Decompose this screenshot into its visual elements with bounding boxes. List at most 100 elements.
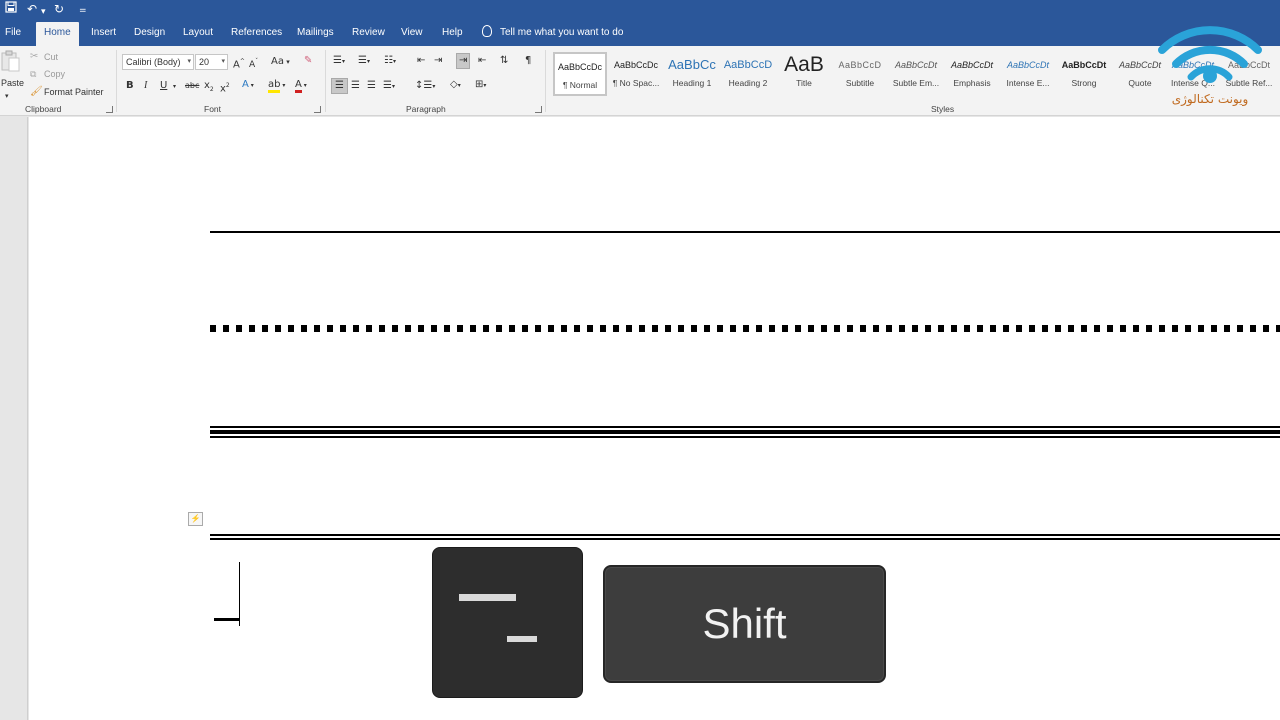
- font-group-label: Font: [204, 104, 222, 114]
- style-emphasis[interactable]: AaBbCcDt Emphasis: [945, 52, 999, 96]
- style-subtle-emphasis[interactable]: AaBbCcDt Subtle Em...: [889, 52, 943, 96]
- minus-glyph: [507, 636, 537, 642]
- style-normal[interactable]: AaBbCcDc ¶ Normal: [553, 52, 607, 96]
- copy-icon: ⧉: [30, 70, 37, 80]
- word-window: ↶ ▾ ↻ = File Home Insert Design Layout R…: [0, 0, 1280, 720]
- style-subtitle[interactable]: AaBbCcD Subtitle: [833, 52, 887, 96]
- decrease-indent-icon[interactable]: ⇤: [417, 55, 425, 67]
- style-name: Heading 2: [728, 78, 768, 88]
- logo-text: ویونت تکنالوژی: [1171, 92, 1249, 106]
- tab-insert[interactable]: Insert: [89, 22, 118, 46]
- paste-icon[interactable]: [0, 50, 20, 76]
- justify-icon[interactable]: ☰▾: [383, 80, 395, 93]
- paste-dropdown-icon[interactable]: ▾: [5, 90, 9, 102]
- double-border-line-top: [210, 534, 1280, 536]
- style-name: Title: [796, 78, 812, 88]
- increase-indent-icon[interactable]: ⇥: [434, 55, 442, 67]
- line-spacing-icon[interactable]: ↕☰▾: [415, 80, 435, 93]
- group-divider: [116, 50, 117, 112]
- bold-button[interactable]: B: [126, 80, 134, 92]
- style-name: Intense E...: [1006, 78, 1050, 88]
- font-size-combo[interactable]: 20 ▾: [195, 54, 228, 70]
- underline-dropdown-icon[interactable]: ▾: [173, 81, 176, 93]
- customize-qat-icon[interactable]: =: [79, 3, 87, 19]
- style-name: ¶ Normal: [562, 80, 598, 90]
- strikethrough-button[interactable]: abc: [185, 80, 199, 92]
- format-painter-button[interactable]: Format Painter: [44, 87, 104, 97]
- triple-border-line-top: [210, 426, 1280, 428]
- italic-button[interactable]: I: [144, 80, 147, 92]
- style-preview: AaBbCcDt: [1061, 60, 1107, 70]
- align-right-icon[interactable]: ☰: [367, 80, 376, 92]
- paragraph-launcher-icon[interactable]: [535, 106, 542, 113]
- highlight-icon[interactable]: ab ▾: [268, 79, 285, 93]
- triple-border-line-bottom: [210, 436, 1280, 438]
- shift-key: Shift: [603, 565, 886, 683]
- tab-file[interactable]: File: [3, 22, 23, 46]
- style-preview: AaBbCcDt: [894, 60, 938, 70]
- scissors-icon: ✂: [30, 51, 39, 62]
- style-strong[interactable]: AaBbCcDt Strong: [1057, 52, 1111, 96]
- shrink-font-button[interactable]: Aˇ: [249, 56, 258, 71]
- save-icon[interactable]: [5, 1, 17, 17]
- tab-references[interactable]: References: [229, 22, 284, 46]
- clear-formatting-icon[interactable]: ✎: [304, 55, 312, 67]
- align-left-icon[interactable]: ☰: [331, 78, 348, 94]
- underscore-glyph: [459, 594, 516, 601]
- paste-button[interactable]: Paste: [1, 78, 24, 88]
- font-color-icon[interactable]: A ▾: [295, 79, 307, 93]
- font-family-combo[interactable]: Calibri (Body) ▾: [122, 54, 194, 70]
- style-heading-2[interactable]: AaBbCcD Heading 2: [721, 52, 775, 96]
- copy-button[interactable]: Copy: [44, 69, 65, 79]
- grow-font-button[interactable]: A^: [233, 56, 245, 71]
- underline-button[interactable]: U: [160, 80, 167, 92]
- shading-icon[interactable]: ◇▾: [450, 79, 461, 92]
- multilevel-list-icon[interactable]: ☷▾: [384, 55, 396, 68]
- triple-border-line-middle: [210, 430, 1280, 434]
- style-preview: AaB: [784, 53, 824, 76]
- sort-icon[interactable]: ⇅: [500, 55, 508, 67]
- tab-layout[interactable]: Layout: [181, 22, 215, 46]
- text-effects-icon[interactable]: A ▾: [242, 79, 254, 92]
- left-margin-bar: [0, 117, 28, 720]
- tab-home[interactable]: Home: [36, 22, 79, 46]
- rtl-direction-icon[interactable]: ⇤: [478, 55, 486, 67]
- tab-help[interactable]: Help: [440, 22, 465, 46]
- style-name: Emphasis: [953, 78, 991, 88]
- clipboard-launcher-icon[interactable]: [106, 106, 113, 113]
- tab-mailings[interactable]: Mailings: [295, 22, 336, 46]
- style-preview: AaBbCcDt: [1006, 60, 1050, 70]
- text-cursor: [239, 562, 240, 626]
- minus-underscore-key: [432, 547, 583, 698]
- double-border-line-bottom: [210, 538, 1280, 540]
- styles-group-label: Styles: [931, 104, 955, 114]
- numbering-icon[interactable]: ☰▾: [358, 55, 370, 68]
- bullets-icon[interactable]: ☰▾: [333, 55, 345, 68]
- undo-icon[interactable]: ↶: [27, 1, 37, 17]
- redo-icon[interactable]: ↻: [54, 1, 64, 17]
- subscript-button[interactable]: x2: [204, 80, 214, 96]
- style-intense-emphasis[interactable]: AaBbCcDt Intense E...: [1001, 52, 1055, 96]
- shift-key-label: Shift: [702, 600, 787, 647]
- single-border-line: [210, 231, 1280, 233]
- borders-icon[interactable]: ⊞▾: [475, 79, 486, 92]
- style-no-spacing[interactable]: AaBbCcDc ¶ No Spac...: [609, 52, 663, 96]
- tab-design[interactable]: Design: [132, 22, 167, 46]
- tell-me-label: Tell me what you want to do: [500, 27, 624, 38]
- change-case-button[interactable]: Aa ▾: [271, 56, 290, 68]
- tab-review[interactable]: Review: [350, 22, 387, 46]
- align-center-icon[interactable]: ☰: [351, 80, 360, 92]
- tab-view[interactable]: View: [399, 22, 425, 46]
- group-divider: [545, 50, 546, 112]
- style-heading-1[interactable]: AaBbCc Heading 1: [665, 52, 719, 96]
- show-hide-button[interactable]: ¶: [525, 55, 531, 67]
- style-preview: AaBbCc: [668, 57, 716, 72]
- style-title[interactable]: AaB Title: [777, 52, 831, 96]
- tell-me-search[interactable]: Tell me what you want to do: [482, 22, 623, 44]
- style-name: Subtle Em...: [892, 78, 940, 88]
- cut-button[interactable]: Cut: [44, 52, 58, 62]
- font-launcher-icon[interactable]: [314, 106, 321, 113]
- autocorrect-options-icon[interactable]: ⚡: [188, 512, 203, 526]
- ltr-direction-icon[interactable]: ⇥: [456, 53, 471, 69]
- superscript-button[interactable]: x2: [220, 80, 230, 95]
